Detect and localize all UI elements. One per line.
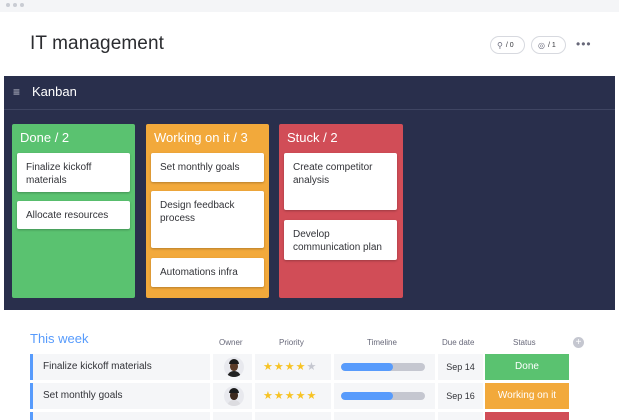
due-date: Sep 16 (446, 391, 475, 401)
avatar[interactable] (224, 357, 244, 377)
star-icon[interactable]: ★ (307, 390, 318, 402)
more-options-icon[interactable]: ••• (576, 37, 592, 51)
name-cell[interactable]: Set monthly goals (33, 383, 210, 409)
kanban-column-done: Done / 2 Finalize kickoff materials Allo… (12, 124, 135, 298)
star-icon[interactable]: ★ (274, 361, 285, 373)
kanban-header: ≡ Kanban (4, 76, 615, 110)
status-label[interactable]: Working on it (485, 383, 569, 409)
column-header: Stuck / 2 (287, 130, 338, 145)
column-header: Working on it / 3 (154, 130, 248, 145)
column-header: Done / 2 (20, 130, 70, 145)
due-date-cell[interactable] (438, 412, 483, 420)
star-icon[interactable]: ★ (274, 390, 285, 402)
priority-cell[interactable] (255, 412, 331, 420)
star-icon[interactable]: ★ (296, 390, 307, 402)
table-row[interactable]: Set monthly goals ★★★★★ Sep 16 Working o… (30, 383, 590, 409)
eye-icon: ◎ (538, 40, 545, 50)
column-header-owner: Owner (219, 338, 243, 347)
timeline-cell[interactable] (334, 412, 435, 420)
owner-cell[interactable] (213, 412, 252, 420)
window-close-dot[interactable] (6, 3, 10, 7)
window-maximize-dot[interactable] (20, 3, 24, 7)
kanban-card[interactable]: Allocate resources (17, 201, 130, 229)
star-icon[interactable]: ★ (285, 361, 296, 373)
invite-person-icon: ⚲ (497, 40, 503, 50)
star-icon[interactable]: ★ (263, 361, 274, 373)
table-row[interactable]: Finalize kickoff materials ★★★★★ Sep 14 … (30, 354, 590, 380)
status-label[interactable]: Done (485, 354, 569, 380)
avatar[interactable] (224, 386, 244, 406)
invite-count: / 0 (505, 41, 514, 49)
due-date: Sep 14 (446, 362, 475, 372)
priority-rating[interactable]: ★★★★★ (263, 360, 317, 373)
subscribers-button[interactable]: ◎ / 1 (531, 36, 566, 54)
kanban-card[interactable]: Develop communication plan (284, 220, 397, 260)
star-icon[interactable]: ★ (307, 361, 318, 373)
hamburger-menu-icon[interactable]: ≡ (13, 85, 20, 99)
kanban-card[interactable]: Automations infra (151, 258, 264, 287)
app-window: IT management ⚲ / 0 ◎ / 1 ••• ≡ Kanban D… (0, 0, 619, 420)
item-name: Set monthly goals (43, 390, 123, 401)
kanban-card[interactable]: Design feedback process (151, 191, 264, 248)
column-header-priority: Priority (279, 338, 304, 347)
item-name: Finalize kickoff materials (43, 361, 152, 372)
invite-button[interactable]: ⚲ / 0 (490, 36, 525, 54)
column-header-due-date: Due date (442, 338, 475, 347)
add-column-icon[interactable]: + (573, 337, 584, 348)
table-row[interactable] (30, 412, 590, 420)
group-title[interactable]: This week (30, 331, 89, 346)
board-title[interactable]: IT management (30, 33, 164, 55)
star-icon[interactable]: ★ (296, 361, 307, 373)
subscribers-count: / 1 (547, 41, 556, 49)
kanban-view: ≡ Kanban Done / 2 Finalize kickoff mater… (4, 76, 615, 310)
kanban-card[interactable]: Create competitor analysis (284, 153, 397, 210)
name-cell[interactable] (33, 412, 210, 420)
kanban-column-stuck: Stuck / 2 Create competitor analysis Dev… (279, 124, 403, 298)
status-label[interactable] (485, 412, 569, 420)
timeline-progress (341, 363, 394, 371)
kanban-column-working-on-it: Working on it / 3 Set monthly goals Desi… (146, 124, 269, 298)
column-header-timeline: Timeline (367, 338, 397, 347)
timeline-bar[interactable] (341, 363, 425, 371)
kanban-card[interactable]: Finalize kickoff materials (17, 153, 130, 192)
column-header-status: Status (513, 338, 536, 347)
name-cell[interactable]: Finalize kickoff materials (33, 354, 210, 380)
timeline-bar[interactable] (341, 392, 425, 400)
kanban-card[interactable]: Set monthly goals (151, 153, 264, 182)
star-icon[interactable]: ★ (285, 390, 296, 402)
window-titlebar (0, 0, 619, 12)
star-icon[interactable]: ★ (263, 390, 274, 402)
window-minimize-dot[interactable] (13, 3, 17, 7)
priority-rating[interactable]: ★★★★★ (263, 389, 317, 402)
kanban-title: Kanban (32, 84, 77, 99)
timeline-progress (341, 392, 394, 400)
